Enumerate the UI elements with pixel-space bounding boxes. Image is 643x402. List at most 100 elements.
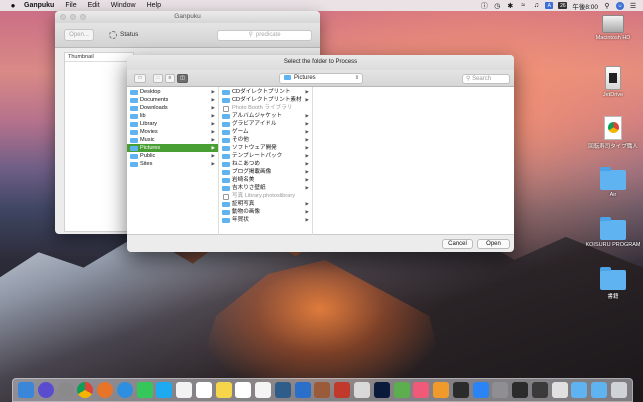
spotlight-icon[interactable]: ⚲ [603, 2, 611, 10]
dock-skype-icon[interactable] [156, 382, 173, 398]
file-row[interactable]: その他 ▶ [219, 136, 312, 144]
file-row[interactable]: Library ▶ [127, 120, 218, 128]
file-row[interactable]: ブログ掲載画像 ▶ [219, 168, 312, 176]
open-button-dialog[interactable]: Open [477, 239, 510, 249]
dock-terminal-icon[interactable] [512, 382, 529, 398]
package-icon [223, 193, 229, 200]
file-row[interactable]: Sites ▶ [127, 160, 218, 168]
dock-itunes-icon[interactable] [413, 382, 430, 398]
file-row[interactable]: ねこあつめ ▶ [219, 160, 312, 168]
menu-app[interactable]: Ganpuku [24, 2, 54, 9]
zoom-icon[interactable] [80, 14, 86, 20]
column-view-icon[interactable]: ◫ [177, 74, 188, 83]
dialog-search-input[interactable]: ⚲ Search [462, 74, 510, 84]
menu-edit[interactable]: Edit [88, 2, 100, 9]
user-avatar-icon[interactable]: ☺ [616, 1, 624, 10]
dock-activity-icon[interactable] [531, 382, 548, 398]
menu-help[interactable]: Help [147, 2, 161, 9]
file-row[interactable]: 岩崎名美 ▶ [219, 176, 312, 184]
dock-safari-icon[interactable] [116, 382, 133, 398]
file-row-label: 岩崎名美 [232, 177, 255, 183]
notification-center-icon[interactable]: ☰ [629, 2, 637, 10]
file-row[interactable]: 写真 Library.photoslibrary [219, 192, 312, 200]
dock-photos-icon[interactable] [255, 382, 272, 398]
open-button[interactable]: Open... [64, 29, 94, 41]
menu-window[interactable]: Window [111, 2, 136, 9]
desktop-icon-books[interactable]: 書籍 [583, 267, 643, 300]
minimize-icon[interactable] [70, 14, 76, 20]
path-popup[interactable]: Pictures ⇕ [279, 73, 363, 84]
file-row[interactable]: 証明写真 ▶ [219, 200, 312, 208]
desktop-icon-sushi-typing[interactable]: 回転寿司タイプ職人 [583, 116, 643, 150]
dock-notes-icon[interactable] [215, 382, 232, 398]
dock-coda-icon[interactable] [393, 382, 410, 398]
file-row[interactable]: Desktop ▶ [127, 88, 218, 96]
folder-icon [222, 185, 230, 191]
dock-preview-icon[interactable] [551, 382, 568, 398]
dock-finder-icon[interactable] [18, 382, 34, 398]
file-row[interactable]: 動物の画像 ▶ [219, 208, 312, 216]
dock-preferences-icon[interactable] [492, 382, 509, 398]
dock-siri-icon[interactable] [37, 382, 54, 398]
file-row[interactable]: グラビアアイドル ▶ [219, 120, 312, 128]
thumbnail-table[interactable]: Thumbnail [64, 52, 134, 232]
dock-kindle-icon[interactable] [452, 382, 469, 398]
dock-launchpad-icon[interactable] [57, 382, 74, 398]
bluetooth-icon[interactable]: ✱ [506, 2, 514, 10]
volume-icon[interactable]: ♫ [532, 2, 540, 10]
file-row[interactable]: CDダイレクトプリント ▶ [219, 88, 312, 96]
file-row[interactable]: Pictures ▶ [127, 144, 218, 152]
dock-finder2-icon[interactable] [571, 382, 588, 398]
file-row[interactable]: Photo Booth ライブラリ [219, 104, 312, 112]
file-row[interactable]: CDダイレクトプリント素材 ▶ [219, 96, 312, 104]
desktop-icon-koisuru-program[interactable]: KOISURU PROGRAM [583, 217, 643, 248]
thumbnail-column-header[interactable]: Thumbnail [65, 53, 133, 62]
dock-photoshop-icon[interactable] [373, 382, 390, 398]
window-titlebar[interactable]: Ganpuku [55, 11, 320, 23]
input-source-icon[interactable]: A [545, 2, 554, 9]
icon-view-icon[interactable]: ∷ [153, 74, 163, 83]
file-row[interactable]: テンプレートパック ▶ [219, 152, 312, 160]
calendar-badge[interactable]: 26 [558, 2, 568, 9]
dock-sourcetree-icon[interactable] [274, 382, 291, 398]
dock-appstore-icon[interactable] [472, 382, 489, 398]
dock-line-icon[interactable] [136, 382, 153, 398]
dock-dictionary-icon[interactable] [314, 382, 331, 398]
dock-trash-icon[interactable] [610, 382, 627, 398]
info-icon[interactable]: ⓘ [480, 2, 488, 10]
file-row[interactable]: Music ▶ [127, 136, 218, 144]
timemachine-icon[interactable]: ◷ [493, 2, 501, 10]
file-row[interactable]: Public ▶ [127, 152, 218, 160]
predicate-search-field[interactable]: ⚲ predicate [217, 30, 312, 41]
wifi-icon[interactable]: ≈ [519, 2, 527, 10]
dock-mail-icon[interactable] [176, 382, 193, 398]
file-row[interactable]: Movies ▶ [127, 128, 218, 136]
dock-ibooks-icon[interactable] [433, 382, 450, 398]
file-row[interactable]: Documents ▶ [127, 96, 218, 104]
dock-firefox-icon[interactable] [97, 382, 114, 398]
dock-reminders-icon[interactable] [235, 382, 252, 398]
dock-adobe-icon[interactable] [334, 382, 351, 398]
dock-downloads-icon[interactable] [591, 382, 608, 398]
apple-menu-icon[interactable]: ● [8, 1, 18, 10]
file-row[interactable]: 吉木りさ壁紙 ▶ [219, 184, 312, 192]
file-row[interactable]: Downloads ▶ [127, 104, 218, 112]
file-row[interactable]: ソフトウェア開発 ▶ [219, 144, 312, 152]
file-row[interactable]: 年賀状 ▶ [219, 216, 312, 224]
file-row[interactable]: ゲーム ▶ [219, 128, 312, 136]
dock-mamp-icon[interactable] [354, 382, 371, 398]
sidebar-toggle-icon[interactable]: □ [134, 74, 146, 83]
dock-chrome-icon[interactable] [77, 382, 94, 398]
file-row[interactable]: アルバムジャケット ▶ [219, 112, 312, 120]
menu-file[interactable]: File [65, 2, 76, 9]
desktop-icon-macintosh-hd[interactable]: Macintosh HD [583, 15, 643, 41]
desktop-icon-jetdrive[interactable]: JetDrive [583, 66, 643, 98]
close-icon[interactable] [60, 14, 66, 20]
dock-xcode-icon[interactable] [294, 382, 311, 398]
file-row[interactable]: lib ▶ [127, 112, 218, 120]
cancel-button[interactable]: Cancel [442, 239, 473, 249]
dock-calendar-icon[interactable] [195, 382, 212, 398]
desktop-icon-air[interactable]: Air [583, 167, 643, 198]
list-view-icon[interactable]: ≡ [165, 74, 175, 83]
menubar-clock[interactable]: 午後8:00 [572, 1, 598, 11]
